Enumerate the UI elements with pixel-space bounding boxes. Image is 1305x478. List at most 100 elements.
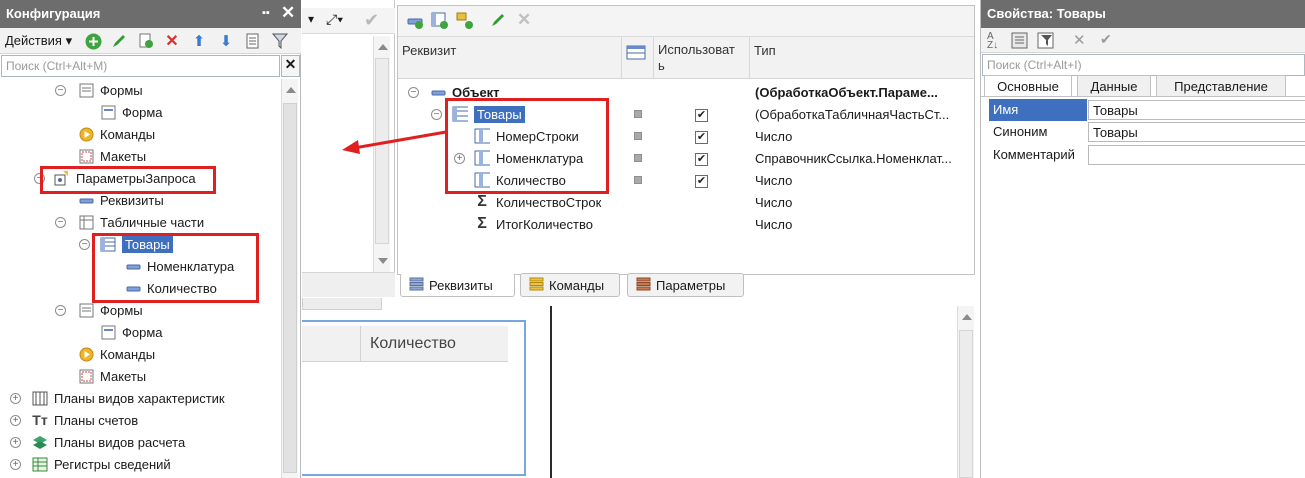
tab-label: Команды: [549, 277, 605, 293]
scroll-down-icon[interactable]: [378, 258, 388, 264]
check-icon[interactable]: ✔: [364, 10, 379, 31]
tree-item[interactable]: Регистры сведений: [32, 453, 171, 475]
column-header-use[interactable]: Использоват ь: [654, 37, 750, 79]
expand-toggle[interactable]: +: [10, 415, 21, 426]
comment-field[interactable]: [1088, 145, 1305, 165]
collapse-toggle[interactable]: −: [55, 217, 66, 228]
move-up-icon[interactable]: ⬆: [190, 32, 208, 50]
tree-item[interactable]: Табличные части: [78, 211, 204, 233]
collapse-toggle[interactable]: −: [408, 87, 419, 98]
form-icon: [100, 324, 116, 340]
tab-main[interactable]: Основные: [984, 75, 1072, 97]
property-label: Имя: [993, 102, 1019, 117]
copy-icon[interactable]: [137, 32, 155, 50]
filter-icon[interactable]: [272, 32, 290, 50]
edit-icon[interactable]: [110, 32, 128, 50]
scroll-up-icon[interactable]: [962, 314, 972, 320]
property-label: Синоним: [993, 124, 1048, 139]
table-icon: [626, 45, 646, 60]
scroll-up-icon[interactable]: [286, 87, 296, 93]
actions-menu[interactable]: Действия ▾: [5, 33, 72, 49]
use-checkbox[interactable]: ✔: [695, 131, 708, 144]
tab-data[interactable]: Данные: [1077, 75, 1151, 97]
tree-item[interactable]: Tт Планы счетов: [32, 409, 138, 431]
tree-item[interactable]: Форма: [100, 321, 163, 343]
synonym-field[interactable]: Товары: [1088, 122, 1305, 142]
tree-item[interactable]: Планы видов характеристик: [32, 387, 225, 409]
scroll-thumb[interactable]: [959, 330, 973, 478]
tree-item[interactable]: Макеты: [78, 145, 146, 167]
tab-presentation[interactable]: Представление: [1156, 75, 1286, 97]
delete-icon[interactable]: ✕: [517, 10, 531, 30]
scroll-up-icon[interactable]: [378, 44, 388, 50]
icon-marker: [634, 110, 642, 118]
table-row[interactable]: Σ КоличествоСтрок: [474, 191, 601, 213]
collapse-toggle[interactable]: −: [79, 239, 90, 250]
properties-panel: Свойства: Товары A Z↓ ✕ ✔ Поиск (Ctrl+Alt…: [980, 0, 1305, 478]
chevron-down-icon[interactable]: ▾: [308, 12, 314, 26]
sort-az-icon[interactable]: A Z↓: [987, 32, 998, 51]
tree-item[interactable]: Формы: [78, 79, 143, 101]
delete-icon[interactable]: ✕: [163, 32, 181, 50]
move-down-icon[interactable]: ⬇: [217, 32, 235, 50]
add-column-icon[interactable]: [456, 12, 474, 33]
pin-icon[interactable]: ▪▪: [262, 7, 270, 19]
properties-search-input[interactable]: Поиск (Ctrl+Alt+I): [982, 54, 1305, 76]
config-search-input[interactable]: Поиск (Ctrl+Alt+M): [1, 55, 280, 77]
tree-item-label: Форма: [122, 104, 163, 120]
expand-toggle[interactable]: +: [10, 393, 21, 404]
resize-icon[interactable]: ⤢▾: [326, 11, 343, 28]
expand-toggle[interactable]: +: [10, 437, 21, 448]
tree-item[interactable]: Макеты: [78, 365, 146, 387]
form-table[interactable]: Количество: [302, 320, 526, 476]
scroll-thumb[interactable]: [283, 103, 297, 473]
collapse-toggle[interactable]: −: [55, 85, 66, 96]
expand-toggle[interactable]: +: [10, 459, 21, 470]
form-preview-divider: [550, 306, 552, 478]
row-type: Число: [755, 194, 793, 210]
sum-icon: Σ: [477, 193, 487, 210]
form-group-icon: [78, 82, 94, 98]
add-tabular-part-icon[interactable]: [431, 12, 449, 33]
templates-icon: [78, 368, 94, 384]
attributes-toolbar: ✕: [398, 6, 974, 37]
delete-icon[interactable]: ✕: [1073, 31, 1086, 49]
use-checkbox[interactable]: ✔: [695, 153, 708, 166]
clear-search-icon[interactable]: ✕: [281, 55, 300, 77]
table-row[interactable]: Σ ИтогКоличество: [474, 213, 593, 235]
close-icon[interactable]: ✕: [281, 3, 295, 23]
column-header-icon[interactable]: [622, 37, 654, 79]
edit-icon[interactable]: [490, 12, 506, 31]
check-icon[interactable]: ✔: [1100, 31, 1112, 48]
chart-of-calculation-icon: [32, 434, 48, 450]
icon-marker: [634, 154, 642, 162]
collapse-toggle[interactable]: −: [431, 109, 442, 120]
categories-icon[interactable]: [1011, 32, 1028, 52]
tab-commands[interactable]: Команды: [520, 273, 620, 297]
tree-item-label: Команды: [100, 346, 156, 362]
form-editor-toolbar: ▾ ⤢▾ ✔: [302, 8, 395, 34]
form-preview-scrollbar[interactable]: [957, 306, 974, 478]
tree-item-label: Табличные части: [100, 214, 205, 230]
use-checkbox[interactable]: ✔: [695, 175, 708, 188]
list-icon[interactable]: [245, 32, 263, 50]
add-attribute-icon[interactable]: [406, 12, 424, 33]
tree-item[interactable]: Форма: [100, 101, 163, 123]
tab-parameters[interactable]: Параметры: [627, 273, 744, 297]
form-table-column: Количество: [370, 335, 456, 352]
use-checkbox[interactable]: ✔: [695, 109, 708, 122]
column-header-attribute[interactable]: Реквизит: [398, 37, 622, 79]
filter-icon[interactable]: [1037, 32, 1055, 52]
column-header-type[interactable]: Тип: [750, 37, 974, 79]
configuration-title: Конфигурация: [6, 6, 101, 21]
highlight-box: [92, 233, 259, 303]
name-field[interactable]: Товары: [1088, 100, 1305, 120]
row-type: СправочникСсылка.Номенклат...: [755, 150, 952, 166]
tree-scrollbar[interactable]: [281, 79, 298, 478]
tree-item[interactable]: Планы видов расчета: [32, 431, 185, 453]
tree-item[interactable]: Команды: [78, 343, 155, 365]
collapse-toggle[interactable]: −: [55, 305, 66, 316]
tab-attributes[interactable]: Реквизиты: [400, 273, 515, 297]
tree-item[interactable]: Команды: [78, 123, 155, 145]
add-icon[interactable]: [84, 32, 102, 50]
